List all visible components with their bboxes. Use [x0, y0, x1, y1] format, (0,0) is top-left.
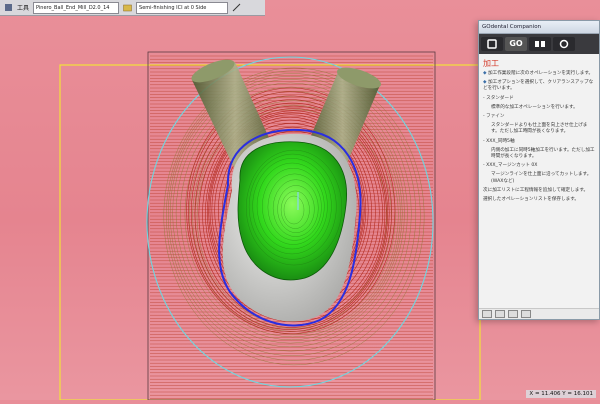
- panel-title: GOdental Companion: [479, 21, 599, 34]
- instruction-line: 次に加工リストに工程情報を追加して確定します。: [483, 187, 589, 193]
- instruction-line: 標準的な加工オペレーションを行います。: [491, 104, 578, 110]
- folder-icon[interactable]: [123, 3, 132, 12]
- coordinate-readout: X = 11.406 Y = 16.101: [526, 390, 596, 398]
- footer-button-1[interactable]: [482, 310, 492, 318]
- instruction-line: 選択したオペレーションリストを保存します。: [483, 197, 579, 203]
- cam-toolbar: 工具 Pinero_Ball_End_Mill_D2.0_14 Semi-fin…: [0, 0, 265, 16]
- step-button-3[interactable]: [529, 37, 551, 51]
- godental-companion-panel: GOdental Companion GO 加工 加工作業段階に次のオペレーショ…: [478, 20, 600, 320]
- edit-icon[interactable]: [232, 3, 241, 12]
- step-button-go[interactable]: GO: [505, 37, 527, 51]
- instruction-line: - スタンダード: [483, 95, 514, 101]
- instruction-line: - ファイン: [483, 114, 505, 120]
- instruction-line: 内側の加工に同時5軸加工を行います。ただし加工時間が長くなります。: [491, 147, 595, 160]
- tool-icon[interactable]: [4, 3, 13, 12]
- tool-selector-field[interactable]: Pinero_Ball_End_Mill_D2.0_14: [33, 1, 120, 14]
- toolbar-menu-label[interactable]: 工具: [17, 3, 29, 12]
- panel-footer: [479, 308, 599, 319]
- panel-heading: 加工: [483, 59, 499, 68]
- instruction-line: - XXX_マージンカット 0X: [483, 163, 538, 169]
- panel-instructions: 加工作業段階に次のオペレーションを実行します。加工オプションを選択して、クリアラ…: [479, 71, 599, 203]
- step-button-4[interactable]: [553, 37, 575, 51]
- instruction-line: - XXX_同時5軸: [483, 138, 515, 144]
- instruction-line: 加工作業段階に次のオペレーションを実行します。: [483, 71, 595, 77]
- workflow-steps: GO: [479, 34, 599, 54]
- footer-button-3[interactable]: [508, 310, 518, 318]
- footer-button-4[interactable]: [521, 310, 531, 318]
- instruction-line: スタンダードよりも仕上面を向上させ仕上げます。ただし加工時間が長くなります。: [491, 123, 588, 135]
- instruction-line: マージンラインを仕上面に沿ってカットします。(WAXなど): [491, 172, 592, 184]
- step-button-1[interactable]: [481, 37, 503, 51]
- footer-button-2[interactable]: [495, 310, 505, 318]
- strategy-selector-field[interactable]: Semi-finishing ICI at 0 Side: [136, 1, 229, 14]
- instruction-line: 加工オプションを選択して、クリアランスアップなどを行います。: [483, 80, 595, 92]
